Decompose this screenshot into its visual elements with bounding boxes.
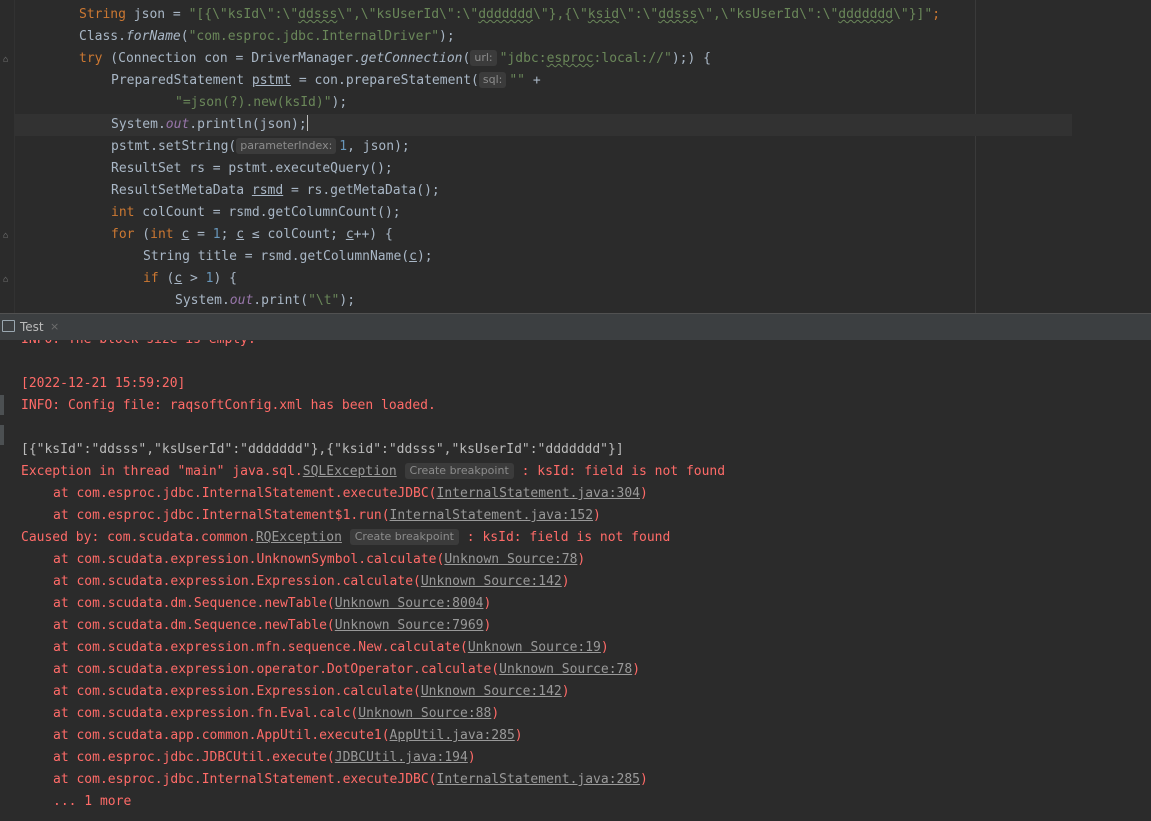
- code-line-4[interactable]: PreparedStatement pstmt = con.prepareSta…: [111, 70, 541, 92]
- console-output[interactable]: INFO: The block size is empty. [2022-12-…: [0, 340, 1151, 821]
- console-line: [{"ksId":"ddsss","ksUserId":"ddddddd"},{…: [21, 442, 624, 457]
- param-hint-index: parameterIndex:: [236, 138, 337, 154]
- code-line-6-current[interactable]: System.out.println(json);: [14, 114, 1072, 136]
- editor-gutter: ⌂ ⌂ ⌂: [0, 0, 15, 313]
- stack-frame: at com.scudata.dm.Sequence.newTable(Unkn…: [53, 596, 492, 611]
- code-line-10[interactable]: int colCount = rsmd.getColumnCount();: [111, 202, 401, 224]
- stack-frame: at com.scudata.expression.UnknownSymbol.…: [53, 552, 586, 567]
- code-line-8[interactable]: ResultSet rs = pstmt.executeQuery();: [111, 158, 393, 180]
- source-link[interactable]: JDBCUtil.java:194: [335, 750, 468, 765]
- side-toolbar-handle[interactable]: [0, 425, 4, 445]
- stack-frame: at com.esproc.jdbc.JDBCUtil.execute(JDBC…: [53, 750, 476, 765]
- stack-frame: at com.esproc.jdbc.InternalStatement.exe…: [53, 772, 648, 787]
- right-margin-guide: [975, 0, 976, 313]
- create-breakpoint-button[interactable]: Create breakpoint: [349, 529, 459, 545]
- param-hint-sql: sql:: [478, 72, 507, 88]
- caused-by-line: Caused by: com.scudata.common.RQExceptio…: [21, 529, 671, 545]
- source-link[interactable]: Unknown Source:88: [358, 706, 491, 721]
- stack-frame: at com.esproc.jdbc.InternalStatement.exe…: [53, 486, 648, 501]
- source-link[interactable]: Unknown Source:142: [421, 574, 562, 589]
- code-editor[interactable]: ⌂ ⌂ ⌂ String json = "[{\"ksId\":\"ddsss\…: [0, 0, 1151, 313]
- fold-marker-icon[interactable]: ⌂: [3, 232, 11, 241]
- stack-frame: at com.scudata.expression.Expression.cal…: [53, 574, 570, 589]
- exception-class-link[interactable]: SQLException: [303, 464, 397, 479]
- code-line-7[interactable]: pstmt.setString(parameterIndex: 1, json);: [111, 136, 410, 158]
- source-link[interactable]: Unknown Source:19: [468, 640, 601, 655]
- source-link[interactable]: Unknown Source:142: [421, 684, 562, 699]
- code-line-12[interactable]: String title = rsmd.getColumnName(c);: [143, 246, 433, 268]
- code-line-2[interactable]: Class.forName("com.esproc.jdbc.InternalD…: [79, 26, 455, 48]
- exception-class-link[interactable]: RQException: [256, 530, 342, 545]
- source-link[interactable]: Unknown Source:78: [499, 662, 632, 677]
- stack-frame: at com.scudata.app.common.AppUtil.execut…: [53, 728, 523, 743]
- code-line-5[interactable]: "=json(?).new(ksId)");: [175, 92, 347, 114]
- stack-frame: at com.scudata.expression.Expression.cal…: [53, 684, 570, 699]
- code-line-14[interactable]: System.out.print("\t");: [175, 290, 355, 312]
- console-line: INFO: The block size is empty.: [21, 340, 256, 351]
- console-line: INFO: Config file: raqsoftConfig.xml has…: [21, 398, 436, 413]
- code-line-1[interactable]: String json = "[{\"ksId\":\"ddsss\",\"ks…: [79, 4, 940, 26]
- stack-frame: at com.scudata.expression.mfn.sequence.N…: [53, 640, 609, 655]
- code-line-9[interactable]: ResultSetMetaData rsmd = rs.getMetaData(…: [111, 180, 440, 202]
- source-link[interactable]: AppUtil.java:285: [390, 728, 515, 743]
- stack-frame: at com.esproc.jdbc.InternalStatement$1.r…: [53, 508, 601, 523]
- console-line: [2022-12-21 15:59:20]: [21, 376, 186, 391]
- fold-marker-icon[interactable]: ⌂: [3, 56, 11, 65]
- more-frames-line[interactable]: ... 1 more: [21, 791, 131, 813]
- run-tool-window-header: Test ×: [0, 313, 1151, 341]
- source-link[interactable]: InternalStatement.java:152: [390, 508, 594, 523]
- run-console-icon: [2, 320, 15, 332]
- code-line-11[interactable]: for (int c = 1; c ≤ colCount; c++) {: [111, 224, 393, 246]
- close-icon[interactable]: ×: [50, 314, 59, 340]
- stack-frame: at com.scudata.expression.operator.DotOp…: [53, 662, 641, 677]
- code-line-13[interactable]: if (c > 1) {: [143, 268, 237, 290]
- side-toolbar-handle[interactable]: [0, 395, 4, 415]
- source-link[interactable]: InternalStatement.java:304: [437, 486, 641, 501]
- text-caret: [306, 115, 308, 131]
- code-line-3[interactable]: try (Connection con = DriverManager.getC…: [79, 48, 711, 70]
- fold-marker-icon[interactable]: ⌂: [3, 276, 11, 285]
- create-breakpoint-button[interactable]: Create breakpoint: [404, 463, 514, 479]
- stack-frame: at com.scudata.dm.Sequence.newTable(Unkn…: [53, 618, 492, 633]
- source-link[interactable]: Unknown Source:7969: [335, 618, 484, 633]
- tab-test[interactable]: Test: [20, 314, 44, 340]
- exception-line: Exception in thread "main" java.sql.SQLE…: [21, 463, 726, 479]
- source-link[interactable]: Unknown Source:78: [444, 552, 577, 567]
- source-link[interactable]: Unknown Source:8004: [335, 596, 484, 611]
- stack-frame: at com.scudata.expression.fn.Eval.calc(U…: [53, 706, 500, 721]
- param-hint-url: url:: [470, 50, 497, 66]
- source-link[interactable]: InternalStatement.java:285: [437, 772, 641, 787]
